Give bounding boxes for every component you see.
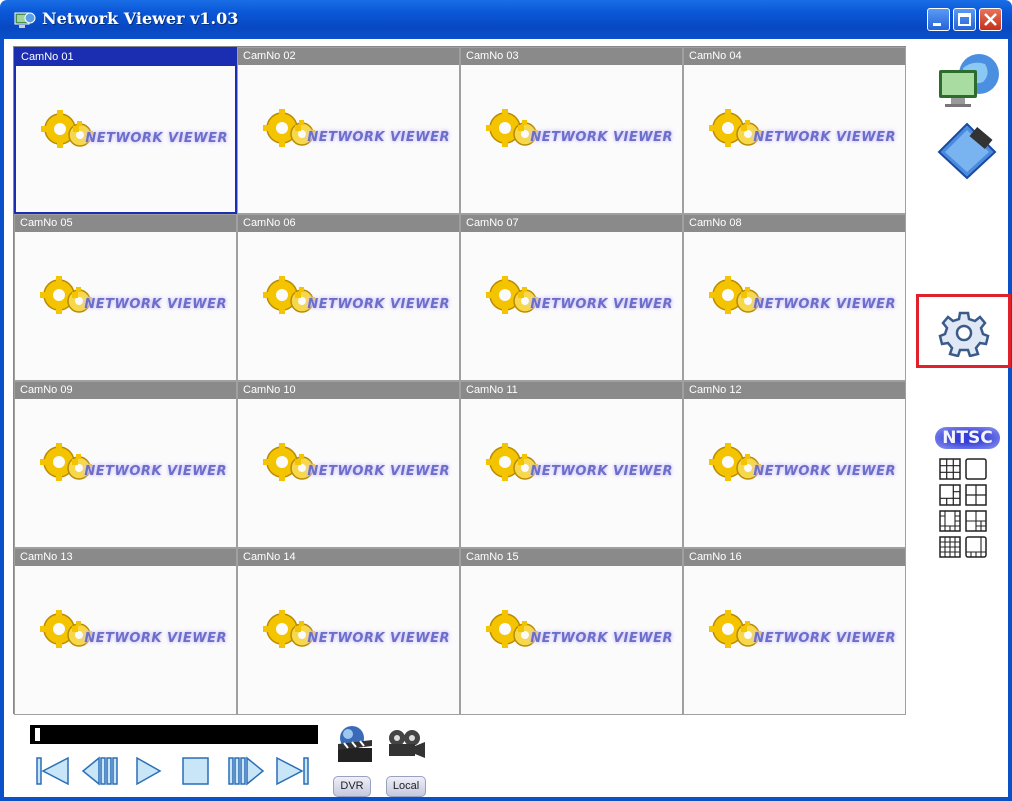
close-button[interactable] [979, 8, 1002, 31]
network-viewer-logo-text: NETWORK VIEWER [307, 464, 450, 479]
minimize-icon [933, 23, 941, 26]
camera-label: CamNo 10 [238, 382, 459, 399]
layout-16-icon[interactable] [939, 536, 961, 558]
camera-label: CamNo 15 [461, 549, 682, 566]
layout-1-icon[interactable] [965, 458, 987, 480]
settings-gear-icon[interactable] [938, 309, 990, 357]
camera-cell[interactable]: CamNo 06 NETWORK VIEWER [237, 214, 460, 381]
camera-label: CamNo 06 [238, 215, 459, 232]
network-viewer-logo-text: NETWORK VIEWER [530, 464, 673, 479]
camera-label: CamNo 04 [684, 48, 905, 65]
camera-cell[interactable]: CamNo 01 NETWORK VIEWER [14, 47, 237, 214]
dvr-clapper-icon[interactable] [334, 724, 376, 764]
network-viewer-window: Network Viewer v1.03 CamNo 01 NETWORK VIE… [0, 0, 1012, 801]
network-viewer-logo-text: NETWORK VIEWER [84, 464, 227, 479]
minimize-button[interactable] [927, 8, 950, 31]
layout-8-icon[interactable] [939, 510, 961, 532]
stop-icon[interactable] [180, 754, 210, 788]
close-icon [984, 13, 997, 26]
camera-cell[interactable]: CamNo 11 NETWORK VIEWER [460, 381, 683, 548]
network-viewer-logo-text: NETWORK VIEWER [530, 297, 673, 312]
network-viewer-logo-text: NETWORK VIEWER [530, 130, 673, 145]
dvr-button[interactable]: DVR [333, 776, 371, 797]
video-file-icon[interactable] [933, 120, 1001, 182]
network-viewer-logo-text: NETWORK VIEWER [85, 131, 228, 146]
ntsc-badge[interactable]: NTSC [935, 427, 1000, 449]
camera-cell[interactable]: CamNo 02 NETWORK VIEWER [237, 47, 460, 214]
camera-label: CamNo 11 [461, 382, 682, 399]
camera-cell[interactable]: CamNo 04 NETWORK VIEWER [683, 47, 906, 214]
camera-cell[interactable]: CamNo 09 NETWORK VIEWER [14, 381, 237, 548]
camera-label: CamNo 12 [684, 382, 905, 399]
camera-cell[interactable]: CamNo 07 NETWORK VIEWER [460, 214, 683, 381]
network-viewer-logo-text: NETWORK VIEWER [307, 130, 450, 145]
window-frame-left [0, 39, 4, 801]
camera-cell[interactable]: CamNo 16 NETWORK VIEWER [683, 548, 906, 715]
network-viewer-logo-text: NETWORK VIEWER [753, 297, 896, 312]
play-icon[interactable] [133, 754, 163, 788]
network-viewer-logo-text: NETWORK VIEWER [84, 631, 227, 646]
camera-label: CamNo 05 [15, 215, 236, 232]
skip-start-icon[interactable] [35, 754, 71, 788]
camera-label: CamNo 09 [15, 382, 236, 399]
camera-label: CamNo 07 [461, 215, 682, 232]
network-monitor-icon[interactable] [933, 50, 1001, 112]
camera-cell[interactable]: CamNo 15 NETWORK VIEWER [460, 548, 683, 715]
window-frame-right [1008, 39, 1012, 801]
progress-knob[interactable] [35, 728, 40, 741]
maximize-icon [958, 13, 971, 26]
camera-label: CamNo 03 [461, 48, 682, 65]
step-back-icon[interactable] [81, 754, 121, 788]
layout-7-icon[interactable] [965, 510, 987, 532]
step-forward-icon[interactable] [226, 754, 266, 788]
camera-cell[interactable]: CamNo 13 NETWORK VIEWER [14, 548, 237, 715]
camera-cell[interactable]: CamNo 14 NETWORK VIEWER [237, 548, 460, 715]
network-viewer-logo-text: NETWORK VIEWER [753, 464, 896, 479]
layout-10-icon[interactable] [965, 536, 987, 558]
layout-6-icon[interactable] [939, 484, 961, 506]
title-bar[interactable]: Network Viewer v1.03 [0, 0, 1012, 39]
camera-cell[interactable]: CamNo 08 NETWORK VIEWER [683, 214, 906, 381]
camera-label: CamNo 16 [684, 549, 905, 566]
network-app-icon [14, 12, 36, 28]
skip-end-icon[interactable] [274, 754, 310, 788]
network-viewer-logo-text: NETWORK VIEWER [753, 130, 896, 145]
layout-9-icon[interactable] [939, 458, 961, 480]
window-frame-bottom [0, 797, 1012, 801]
camera-cell[interactable]: CamNo 03 NETWORK VIEWER [460, 47, 683, 214]
local-button[interactable]: Local [386, 776, 426, 797]
maximize-button[interactable] [953, 8, 976, 31]
camera-grid: CamNo 01 NETWORK VIEWER CamNo 02 NETWORK VI… [13, 46, 906, 715]
camera-label: CamNo 13 [15, 549, 236, 566]
layout-4-icon[interactable] [965, 484, 987, 506]
network-viewer-logo-text: NETWORK VIEWER [307, 631, 450, 646]
window-title: Network Viewer v1.03 [42, 9, 239, 28]
camera-label: CamNo 01 [16, 49, 235, 66]
local-film-icon[interactable] [385, 728, 427, 760]
network-viewer-logo-text: NETWORK VIEWER [307, 297, 450, 312]
camera-cell[interactable]: CamNo 10 NETWORK VIEWER [237, 381, 460, 548]
playback-progress-bar[interactable] [30, 725, 318, 744]
camera-label: CamNo 08 [684, 215, 905, 232]
network-viewer-logo-text: NETWORK VIEWER [753, 631, 896, 646]
camera-label: CamNo 14 [238, 549, 459, 566]
network-viewer-logo-text: NETWORK VIEWER [84, 297, 227, 312]
network-viewer-logo-text: NETWORK VIEWER [530, 631, 673, 646]
camera-label: CamNo 02 [238, 48, 459, 65]
camera-cell[interactable]: CamNo 05 NETWORK VIEWER [14, 214, 237, 381]
camera-cell[interactable]: CamNo 12 NETWORK VIEWER [683, 381, 906, 548]
